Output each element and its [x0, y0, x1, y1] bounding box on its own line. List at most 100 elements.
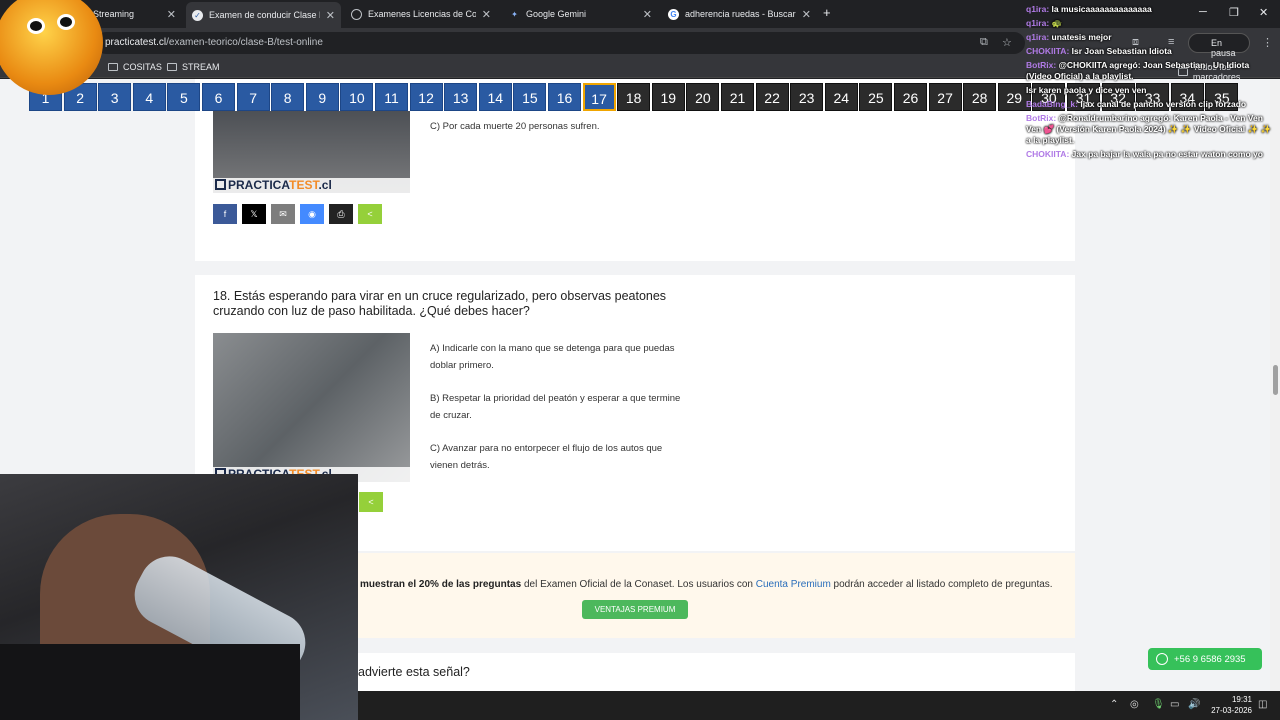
premium-account-link[interactable]: Cuenta Premium [756, 579, 831, 590]
question-number-13[interactable]: 13 [444, 83, 478, 111]
q18-option-c[interactable]: C) Avanzar para no entorpecer el flujo d… [430, 440, 690, 474]
chat-text: Isr karen paola y dice ven ven [1026, 85, 1147, 95]
question-17-image: PRACTICATEST.cl [213, 111, 410, 193]
tab-practicatest[interactable]: ✓ Examen de conducir Clase B - C ✕ [186, 2, 341, 28]
google-tab-icon: G [668, 8, 679, 20]
question-number-3[interactable]: 3 [98, 83, 132, 111]
question-number-12[interactable]: 12 [409, 83, 443, 111]
streamer-shirt [0, 644, 300, 720]
question-number-17[interactable]: 17 [582, 83, 616, 111]
close-icon[interactable]: ✕ [326, 9, 335, 22]
q17-option-c[interactable]: C) Por cada muerte 20 personas sufren. [430, 118, 690, 135]
address-bar[interactable]: practicatest.cl/examen-teorico/clase-B/t… [95, 32, 1025, 54]
question-number-4[interactable]: 4 [132, 83, 166, 111]
question-number-24[interactable]: 24 [824, 83, 858, 111]
tab-label: adherencia ruedas - Buscar con [685, 9, 796, 19]
print-share-icon[interactable]: ⎙ [329, 204, 353, 224]
chat-username: q1ira: [1026, 32, 1050, 42]
chat-message: CHOKIITA: Jax pa bajar la wala pa no est… [1026, 149, 1276, 160]
chat-message: Isr karen paola y dice ven ven [1026, 85, 1276, 96]
q17-share-buttons: f 𝕏 ✉ ◉ ⎙ < [213, 204, 382, 224]
volume-icon[interactable]: 🔊 [1188, 699, 1200, 710]
question-number-20[interactable]: 20 [686, 83, 720, 111]
system-clock[interactable]: 19:31 27-03-2026 [1206, 694, 1252, 716]
microphone-icon[interactable]: 🎙 [1152, 699, 1165, 710]
promo-text: muestran el 20% de las preguntas del Exa… [360, 579, 1053, 590]
question-number-10[interactable]: 10 [340, 83, 374, 111]
close-icon[interactable]: ✕ [643, 8, 652, 21]
screen: Streaming ✕ ✓ Examen de conducir Clase B… [0, 0, 1280, 720]
folder-icon [167, 63, 177, 71]
clock-time: 19:31 [1231, 695, 1252, 704]
tray-chevron-icon[interactable]: ⌃ [1110, 699, 1118, 710]
tab-examenes-licencias[interactable]: Examenes Licencias de Conduc ✕ [345, 3, 497, 25]
question-number-21[interactable]: 21 [721, 83, 754, 111]
watermark-text: TEST [289, 178, 319, 192]
close-icon[interactable]: ✕ [802, 8, 811, 21]
globe-tab-icon [351, 8, 362, 20]
question-number-15[interactable]: 15 [513, 83, 547, 111]
q18-option-b[interactable]: B) Respetar la prioridad del peatón y es… [430, 390, 690, 424]
chat-username: q1ira: [1026, 18, 1050, 28]
generic-share-icon[interactable]: < [358, 204, 382, 224]
chat-text: @CHOKIITA agregó: Joan Sebastian - Un Id… [1026, 60, 1250, 81]
question-number-18[interactable]: 18 [617, 83, 651, 111]
generic-share-icon[interactable]: < [359, 492, 383, 512]
q18-option-a[interactable]: A) Indicarle con la mano que se detenga … [430, 340, 690, 374]
bookmark-label: COSITAS [123, 62, 162, 72]
bookmark-cositas[interactable]: COSITAS [108, 62, 162, 72]
question-number-8[interactable]: 8 [271, 83, 305, 111]
network-icon[interactable]: ▭ [1170, 699, 1179, 710]
premium-advantages-button[interactable]: VENTAJAS PREMIUM [582, 600, 688, 619]
close-icon[interactable]: ✕ [167, 8, 176, 21]
question-number-19[interactable]: 19 [651, 83, 685, 111]
chat-message: BotRix: @CHOKIITA agregó: Joan Sebastian… [1026, 60, 1276, 82]
question-number-11[interactable]: 11 [375, 83, 408, 111]
chat-text: @Ronaldrumbarino agregó: Karen Paola - V… [1026, 113, 1272, 145]
question-number-7[interactable]: 7 [236, 83, 270, 111]
question-number-22[interactable]: 22 [755, 83, 789, 111]
question-number-25[interactable]: 25 [859, 83, 893, 111]
chat-message: q1ira: la musicaaaaaaaaaaaaaa [1026, 4, 1276, 15]
chat-username: BadaBing_k: [1026, 99, 1078, 109]
facebook-share-icon[interactable]: f [213, 204, 237, 224]
chat-username: CHOKIITA: [1026, 46, 1070, 56]
question-number-26[interactable]: 26 [894, 83, 927, 111]
folder-icon [108, 63, 118, 71]
gemini-tab-icon: ✦ [511, 9, 518, 19]
chat-text: Isr Joan Sebastian Idiota [1069, 46, 1172, 56]
question-number-16[interactable]: 16 [548, 83, 581, 111]
stream-chat-overlay: q1ira: la musicaaaaaaaaaaaaaa q1ira: 🐢 q1i… [1026, 4, 1276, 163]
clock-date: 27-03-2026 [1211, 706, 1252, 715]
question-number-14[interactable]: 14 [478, 83, 512, 111]
question-number-28[interactable]: 28 [963, 83, 997, 111]
webcam-overlay [0, 474, 358, 720]
email-share-icon[interactable]: ✉ [271, 204, 295, 224]
bookmark-stream[interactable]: STREAM [167, 62, 220, 72]
question-number-23[interactable]: 23 [790, 83, 824, 111]
x-share-icon[interactable]: 𝕏 [242, 204, 266, 224]
chat-text: 🐢 [1049, 18, 1063, 28]
scrollbar-thumb[interactable] [1273, 365, 1278, 395]
install-app-icon[interactable]: ⧉ [980, 36, 988, 49]
chat-text: unatesis mejor [1049, 32, 1112, 42]
question-number-6[interactable]: 6 [202, 83, 235, 111]
close-icon[interactable]: ✕ [482, 8, 491, 21]
chat-username: BotRix: [1026, 60, 1057, 70]
tab-label: Examenes Licencias de Conduc [368, 9, 476, 19]
question-number-27[interactable]: 27 [928, 83, 962, 111]
whatsapp-button[interactable]: +56 9 6586 2935 [1148, 648, 1262, 670]
tab-google-gemini[interactable]: ✦ Google Gemini ✕ [503, 3, 658, 25]
promo-text-2: podrán acceder al listado completo de pr… [830, 579, 1053, 590]
chat-text: Ijax canal de pancho versión clip forzad… [1077, 99, 1247, 109]
question-number-9[interactable]: 9 [305, 83, 339, 111]
watermark-text: .cl [318, 178, 332, 192]
messenger-share-icon[interactable]: ◉ [300, 204, 324, 224]
question-19-title: advierte esta señal? [358, 665, 470, 679]
notifications-icon[interactable]: ◫ [1258, 699, 1267, 710]
tray-app-icon[interactable]: ◎ [1130, 699, 1139, 710]
tab-adherencia-ruedas[interactable]: G adherencia ruedas - Buscar con ✕ [662, 3, 817, 25]
new-tab-button[interactable]: + [823, 5, 831, 20]
question-number-5[interactable]: 5 [167, 83, 201, 111]
bookmark-star-icon[interactable]: ☆ [1002, 36, 1012, 49]
